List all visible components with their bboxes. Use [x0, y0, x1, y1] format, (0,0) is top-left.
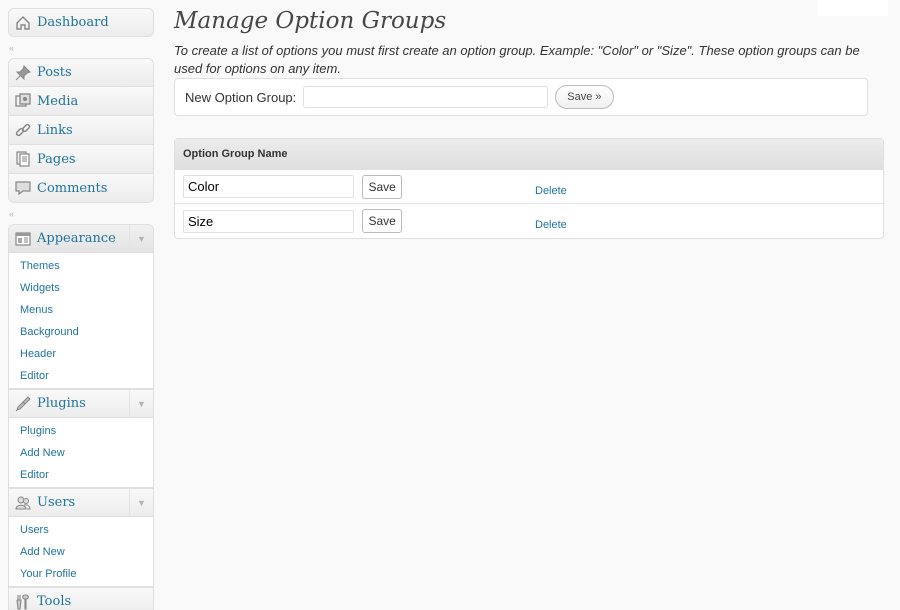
- new-option-group-label: New Option Group:: [185, 89, 297, 105]
- link-icon: [9, 116, 37, 144]
- plugins-icon: [9, 390, 37, 418]
- group-name-input[interactable]: [183, 175, 354, 198]
- submenu-item-add-new[interactable]: Add New: [9, 442, 153, 464]
- new-option-group-input[interactable]: [303, 86, 549, 108]
- media-icon: [9, 87, 37, 115]
- submenu-item-editor[interactable]: Editor: [9, 464, 153, 486]
- menu-media-label: Media: [37, 93, 79, 109]
- submenu-plugins: Plugins Add New Editor: [8, 418, 154, 488]
- menu-toggle-arrow-icon[interactable]: ▼: [129, 489, 153, 516]
- collapse-arrows-icon: «: [9, 43, 14, 53]
- menu-separator[interactable]: «: [8, 37, 154, 58]
- save-new-group-button[interactable]: Save »: [555, 85, 614, 109]
- pushpin-icon: [9, 59, 37, 87]
- intro-text: To create a list of options you must fir…: [174, 43, 860, 76]
- users-icon: [9, 489, 37, 517]
- dashboard-icon: [9, 9, 37, 37]
- save-group-button[interactable]: Save: [362, 174, 402, 199]
- collapse-arrows-icon: «: [9, 209, 14, 219]
- column-header-option-group-name: Option Group Name: [175, 139, 883, 170]
- submenu-item-themes[interactable]: Themes: [9, 255, 153, 277]
- menu-posts-label: Posts: [37, 65, 72, 80]
- page-title: Manage Option Groups: [174, 8, 447, 34]
- menu-toggle-arrow-icon[interactable]: ▼: [129, 225, 153, 252]
- menu-pages-label: Pages: [37, 151, 76, 167]
- menu-pages[interactable]: Pages: [8, 145, 154, 174]
- submenu-item-plugins[interactable]: Plugins: [9, 420, 153, 442]
- group-name-cell: Save: [175, 170, 535, 204]
- appearance-icon: [9, 225, 37, 253]
- action-cell: Delete: [535, 204, 883, 238]
- menu-tools[interactable]: Tools: [8, 587, 154, 610]
- menu-plugins[interactable]: Plugins ▼: [8, 389, 154, 418]
- menu-users[interactable]: Users ▼: [8, 488, 154, 517]
- menu-comments-label: Comments: [37, 180, 108, 196]
- menu-links[interactable]: Links: [8, 116, 154, 145]
- menu-links-label: Links: [37, 122, 73, 138]
- menu-dashboard-label: Dashboard: [37, 15, 109, 30]
- menu-dashboard[interactable]: Dashboard: [8, 8, 154, 37]
- submenu-item-background[interactable]: Background: [9, 321, 153, 343]
- menu-media[interactable]: Media: [8, 87, 154, 116]
- submenu-item-header[interactable]: Header: [9, 343, 153, 365]
- save-group-button[interactable]: Save: [362, 209, 402, 233]
- admin-sidebar: Dashboard « Posts Media Links Pages Comm…: [8, 0, 154, 610]
- tools-icon: [9, 588, 37, 610]
- submenu-item-editor[interactable]: Editor: [9, 365, 153, 387]
- submenu-item-add-new[interactable]: Add New: [9, 541, 153, 563]
- menu-posts[interactable]: Posts: [8, 58, 154, 87]
- menu-users-label: Users: [37, 495, 76, 510]
- submenu-item-your-profile[interactable]: Your Profile: [9, 563, 153, 585]
- menu-separator[interactable]: «: [8, 203, 154, 224]
- menu-tools-label: Tools: [37, 594, 72, 609]
- delete-group-link[interactable]: Delete: [535, 219, 567, 231]
- menu-appearance-label: Appearance: [37, 231, 116, 246]
- action-cell: Delete: [535, 170, 883, 204]
- menu-plugins-label: Plugins: [37, 396, 86, 411]
- group-name-cell: Save: [175, 204, 535, 238]
- main-content: Manage Option Groups To create a list of…: [174, 0, 886, 239]
- menu-toggle-arrow-icon[interactable]: ▼: [129, 390, 153, 417]
- menu-comments[interactable]: Comments: [8, 174, 154, 203]
- new-option-group-form: New Option Group: Save »: [174, 78, 868, 116]
- submenu-appearance: Themes Widgets Menus Background Header E…: [8, 253, 154, 389]
- submenu-item-widgets[interactable]: Widgets: [9, 277, 153, 299]
- delete-group-link[interactable]: Delete: [535, 185, 567, 197]
- group-name-input[interactable]: [183, 209, 354, 233]
- table-row: Save Delete: [175, 204, 883, 238]
- option-groups-table: Option Group Name Save Delete Save De: [174, 138, 884, 239]
- submenu-users: Users Add New Your Profile: [8, 517, 154, 587]
- submenu-item-menus[interactable]: Menus: [9, 299, 153, 321]
- pages-icon: [9, 145, 37, 173]
- submenu-item-users[interactable]: Users: [9, 519, 153, 541]
- comments-icon: [9, 174, 37, 202]
- table-row: Save Delete: [175, 170, 883, 204]
- menu-appearance[interactable]: Appearance ▼: [8, 224, 154, 253]
